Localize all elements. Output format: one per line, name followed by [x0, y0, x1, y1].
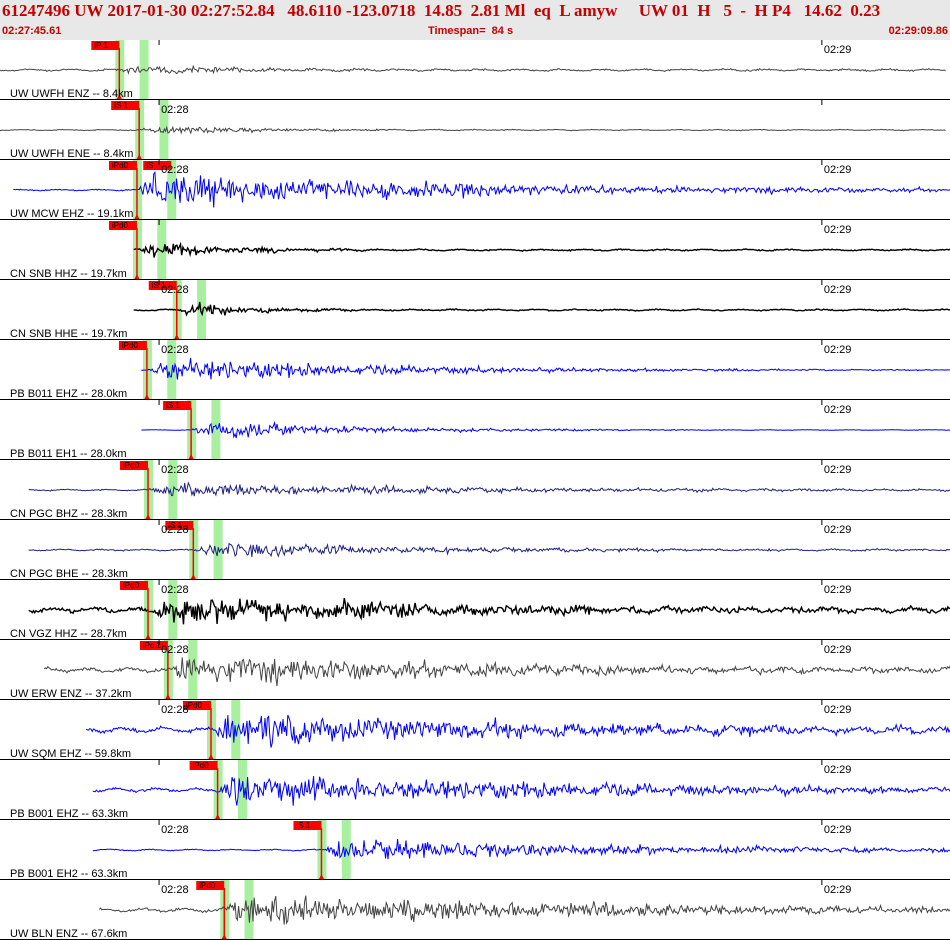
station-label: CN VGZ HHZ -- 28.7km: [10, 628, 127, 640]
pick-flag-label: iPd0: [112, 161, 129, 170]
station-label: PB B001 EH2 -- 63.3km: [10, 868, 127, 880]
time-label-0228: 02:28: [161, 704, 189, 716]
time-label-0228: 02:28: [161, 344, 189, 356]
station-label: CN SNB HHZ -- 19.7km: [10, 268, 127, 280]
time-label-0228: 02:28: [161, 584, 189, 596]
time-label-0228: 02:28: [161, 464, 189, 476]
time-label-0229: 02:29: [824, 344, 852, 356]
seismogram-plot[interactable]: iP 1 02:29UW UWFH ENZ -- 8.4kmiS 1 02:28UW…: [0, 40, 950, 940]
time-label-0229: 02:29: [824, 524, 852, 536]
event-title: 61247496 UW 2017-01-30 02:27:52.84 48.61…: [2, 1, 881, 20]
pick-flag-label: iPd0: [193, 761, 210, 770]
waveform-trace: [28, 597, 950, 625]
waveform-trace: [43, 657, 950, 687]
time-label-0229: 02:29: [824, 284, 852, 296]
pick-flag-label: iS 1: [166, 401, 180, 410]
time-label-0228: 02:28: [161, 104, 189, 116]
start-time: 02:27:45.61: [2, 25, 62, 37]
trace-panel: iP 1 02:29 UW UWFH ENZ -- 8.4km: [0, 40, 950, 100]
pick-flag-label: iPd0: [112, 221, 129, 230]
trace-panel: iPd0 02:29 CN SNB HHZ -- 19.7km: [0, 220, 950, 280]
waveform-trace: [28, 542, 950, 558]
trace-panel: iS 102:28 02:29CN PGC BHE -- 28.3km: [0, 520, 950, 580]
station-label: UW UWFH ENZ -- 8.4km: [10, 88, 133, 100]
station-label: UW UWFH ENE -- 8.4km: [10, 148, 133, 160]
trace-panel: iS 102:28 02:29CN SNB HHE -- 19.7km: [0, 280, 950, 340]
time-label-0229: 02:29: [824, 884, 852, 896]
trace-panel: iPd0 02:29 PB B001 EHZ -- 63.3km: [0, 760, 950, 820]
pick-flag-label: iPd0: [122, 341, 139, 350]
time-label-0229: 02:29: [824, 764, 852, 776]
waveform-trace: [141, 420, 950, 439]
time-label-0229: 02:29: [824, 404, 852, 416]
pick-flag-label: iPd0: [199, 881, 216, 890]
trace-panel: iS 1 02:28 02:29 PB B001 EH2 -- 63.3km: [0, 820, 950, 880]
trace-panel: iPd002:28 02:29UW SQM EHZ -- 59.8km: [0, 700, 950, 760]
waveform-trace: [13, 171, 950, 208]
time-label-0228: 02:28: [161, 284, 189, 296]
station-label: UW ERW ENZ -- 37.2km: [10, 688, 131, 700]
time-label-0229: 02:29: [824, 224, 852, 236]
pick-flag-label: iS 1: [296, 821, 310, 830]
trace-panel: iPd0 02:28 02:29 PB B011 EHZ -- 28.0km: [0, 340, 950, 400]
station-label: CN SNB HHE -- 19.7km: [10, 328, 127, 340]
pick-flag-label: iPd0: [123, 461, 140, 470]
time-label-0228: 02:28: [161, 524, 189, 536]
trace-panel: iS 1 02:28 UW UWFH ENE -- 8.4km: [0, 100, 950, 160]
time-label-0229: 02:29: [824, 44, 852, 56]
waveform-trace: [133, 301, 950, 317]
station-label: UW BLN ENZ -- 67.6km: [10, 928, 127, 940]
station-label: CN PGC BHE -- 28.3km: [10, 568, 128, 580]
time-label-0229: 02:29: [824, 164, 852, 176]
pick-window: [197, 280, 207, 340]
waveform-trace: [133, 241, 950, 258]
station-label: PB B001 EHZ -- 63.3km: [10, 808, 128, 820]
waveform-trace: [141, 357, 950, 380]
timespan-label: Timespan= 84 s: [428, 25, 514, 37]
waveform-trace: [28, 481, 950, 497]
time-label-0229: 02:29: [824, 464, 852, 476]
time-label-0228: 02:28: [161, 644, 189, 656]
pick-flag-label: iS 1: [114, 101, 128, 110]
time-label-0228: 02:28: [161, 164, 189, 176]
pick-flag-label: iPd0: [123, 581, 140, 590]
pick-flag-label: iP 1: [94, 41, 108, 50]
time-label-0228: 02:28: [161, 884, 189, 896]
trace-panel: iPd0 02:28 02:29 CN VGZ HHZ -- 28.7km: [0, 580, 950, 640]
pick-flag-label: iS: [146, 161, 153, 170]
station-label: UW MCW EHZ -- 19.1km: [10, 208, 133, 220]
station-label: PB B011 EHZ -- 28.0km: [10, 388, 127, 400]
trace-panel: iPc 1 02:28 02:29 UW ERW ENZ -- 37.2km: [0, 640, 950, 700]
station-label: CN PGC BHZ -- 28.3km: [10, 508, 127, 520]
station-label: PB B011 EH1 -- 28.0km: [10, 448, 127, 460]
trace-panel: iPd0 iS 02:28 02:29 UW MCW EHZ -- 19.1km: [0, 160, 950, 220]
time-label-0229: 02:29: [824, 704, 852, 716]
time-label-0229: 02:29: [824, 824, 852, 836]
trace-panel: iPd0 02:28 02:29 UW BLN ENZ -- 67.6km: [0, 880, 950, 940]
time-label-0228: 02:28: [161, 824, 189, 836]
station-label: UW SQM EHZ -- 59.8km: [10, 748, 131, 760]
time-label-0229: 02:29: [824, 584, 852, 596]
end-time: 02:29:09.86: [888, 25, 948, 37]
time-label-0229: 02:29: [824, 644, 852, 656]
trace-panel: iS 1 02:29 PB B011 EH1 -- 28.0km: [0, 400, 950, 460]
waveform-trace: [92, 838, 950, 860]
pick-flag-label: iPc 1: [143, 641, 161, 650]
trace-panel: iPd0 02:28 02:29 CN PGC BHZ -- 28.3km: [0, 460, 950, 520]
